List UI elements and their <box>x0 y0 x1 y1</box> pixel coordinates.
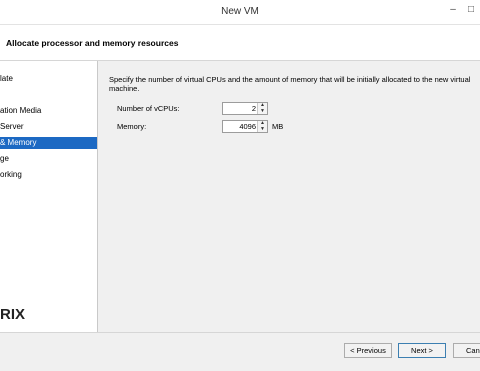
main-panel: Specify the number of virtual CPUs and t… <box>98 61 480 332</box>
wizard-footer: < Previous Next > Canc <box>0 332 480 371</box>
step-storage[interactable]: ge <box>0 153 97 165</box>
previous-button[interactable]: < Previous <box>344 343 392 358</box>
memory-value: 4096 <box>239 122 256 131</box>
step-home-server[interactable]: Server <box>0 121 97 133</box>
window-title: New VM <box>221 6 259 17</box>
step-networking[interactable]: orking <box>0 169 97 181</box>
spin-down-icon[interactable]: ▼ <box>259 127 266 132</box>
memory-label: Memory: <box>117 122 147 131</box>
description-text: Specify the number of virtual CPUs and t… <box>109 75 471 93</box>
step-installation-media[interactable]: ation Media <box>0 105 97 117</box>
wizard-steps: late ation Media Server & Memory ge orki… <box>0 61 98 332</box>
vcpus-stepper[interactable]: 2 ▲ ▼ <box>222 102 268 115</box>
cancel-button[interactable]: Canc <box>453 343 480 358</box>
step-template[interactable]: late <box>0 73 97 85</box>
step-cpu-memory[interactable]: & Memory <box>0 137 97 149</box>
page-title: Allocate processor and memory resources <box>6 38 179 48</box>
vcpus-value: 2 <box>251 104 256 113</box>
brand-logo: RIX <box>0 306 26 323</box>
memory-unit: MB <box>272 122 284 131</box>
next-button[interactable]: Next > <box>398 343 446 358</box>
title-bar: New VM – □ <box>0 0 480 25</box>
minimize-icon[interactable]: – <box>448 4 458 16</box>
vcpus-label: Number of vCPUs: <box>117 104 180 113</box>
spin-down-icon[interactable]: ▼ <box>259 109 266 114</box>
memory-spin-buttons[interactable]: ▲ ▼ <box>257 121 267 132</box>
memory-stepper[interactable]: 4096 ▲ ▼ <box>222 120 268 133</box>
maximize-icon[interactable]: □ <box>466 4 476 16</box>
wizard-header: Allocate processor and memory resources <box>0 25 480 61</box>
vcpus-spin-buttons[interactable]: ▲ ▼ <box>257 103 267 114</box>
